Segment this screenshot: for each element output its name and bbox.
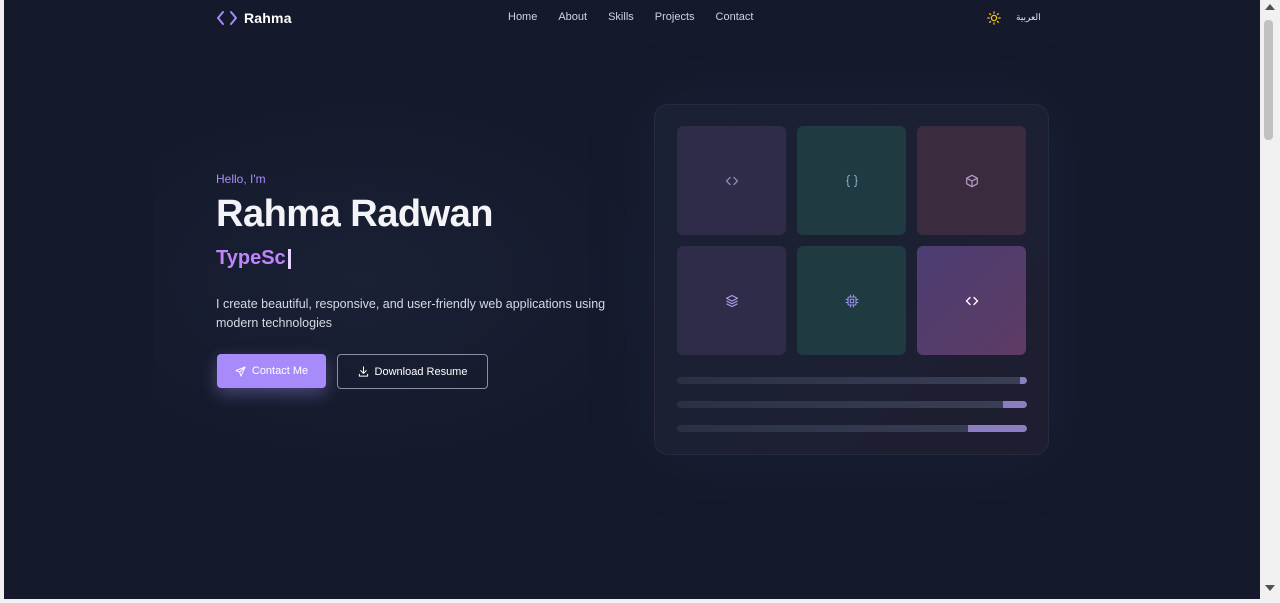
hero-illustration-card [654, 104, 1049, 455]
progress-bar-3 [677, 425, 1027, 432]
progress-fill-3 [967, 425, 1027, 432]
progress-bar-1 [677, 377, 1027, 384]
nav-link-contact[interactable]: Contact [716, 11, 754, 23]
language-toggle[interactable]: العربية [1016, 12, 1041, 23]
nav-link-projects[interactable]: Projects [655, 11, 695, 23]
download-resume-button[interactable]: Download Resume [337, 354, 488, 389]
page-viewport: Rahma Home About Skills Projects Contact… [4, 0, 1260, 599]
download-resume-label: Download Resume [374, 365, 468, 378]
cpu-icon [845, 294, 858, 307]
nav-link-home[interactable]: Home [508, 11, 537, 23]
layers-icon [725, 294, 738, 307]
nav-link-about[interactable]: About [558, 11, 587, 23]
progress-fill-2 [1002, 401, 1027, 408]
typed-role-text: TypeSc [216, 247, 286, 269]
tile-code [677, 126, 786, 235]
tile-cube [917, 126, 1026, 235]
send-icon [235, 365, 246, 377]
logo-text: Rahma [244, 10, 292, 26]
tile-layers [677, 246, 786, 355]
braces-icon [845, 174, 858, 187]
hero-description: I create beautiful, responsive, and user… [216, 297, 606, 330]
progress-bar-2 [677, 401, 1027, 408]
scroll-up-arrow-icon[interactable] [1265, 4, 1275, 10]
tile-cpu [797, 246, 906, 355]
nav-link-skills[interactable]: Skills [608, 11, 634, 23]
typed-role: TypeSc [216, 247, 291, 270]
code-icon [725, 176, 738, 185]
contact-me-button[interactable]: Contact Me [217, 354, 326, 388]
cube-icon [965, 174, 978, 187]
site-logo[interactable]: Rahma [216, 9, 292, 27]
sun-icon[interactable] [987, 11, 1001, 25]
code-logo-icon [217, 11, 237, 25]
hero-greeting: Hello, I'm [216, 172, 266, 186]
code-icon [965, 296, 978, 305]
tile-code-highlight [917, 246, 1026, 355]
contact-me-label: Contact Me [251, 365, 309, 377]
download-icon [358, 366, 368, 377]
vertical-scrollbar[interactable] [1260, 0, 1280, 603]
tile-braces [797, 126, 906, 235]
typing-caret [287, 248, 291, 269]
background-glow [154, 90, 674, 470]
scroll-thumb[interactable] [1264, 20, 1273, 140]
scroll-down-arrow-icon[interactable] [1265, 585, 1275, 591]
top-navbar: Rahma Home About Skills Projects Contact… [4, 0, 1260, 36]
progress-fill-1 [1020, 377, 1027, 384]
nav-links: Home About Skills Projects Contact [508, 11, 753, 23]
hero-name: Rahma Radwan [216, 193, 493, 235]
